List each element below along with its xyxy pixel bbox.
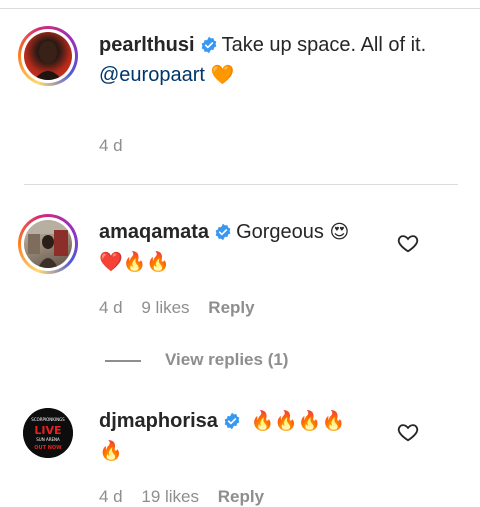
like-heart-icon[interactable] (397, 232, 419, 254)
comment-meta: 4 d 19 likes Reply (99, 487, 278, 507)
top-edge-bar (0, 0, 480, 9)
heart-fire-emojis: ❤️🔥🔥 (99, 252, 170, 273)
like-heart-icon[interactable] (397, 421, 419, 443)
username[interactable]: amaqamata (99, 221, 209, 243)
comment-body: pearlthusi Take up space. All of it. @eur… (99, 32, 429, 89)
like-count[interactable]: 19 likes (141, 487, 199, 506)
view-replies-button[interactable]: View replies (1) (105, 350, 355, 372)
comment-time: 4 d (99, 298, 123, 317)
comment-time: 4 d (99, 136, 123, 155)
avatar-art: SCORPIONKINGS LIVE SUN ARENA OUT NOW (23, 408, 73, 458)
comment-text: Gorgeous (236, 221, 324, 243)
like-count[interactable]: 9 likes (141, 298, 189, 317)
divider (105, 360, 141, 362)
reply-button[interactable]: Reply (218, 487, 264, 506)
avatar-amaqamata[interactable] (18, 214, 78, 274)
fire-emoji: 🔥 (99, 441, 123, 462)
avatar-pearlthusi[interactable] (18, 26, 78, 86)
heart-eyes-emoji: 😍 (329, 222, 350, 243)
verified-badge-icon (223, 411, 241, 438)
mention-link[interactable]: @europaart (99, 64, 205, 86)
comment-time: 4 d (99, 487, 123, 506)
comment-meta: 4 d (99, 136, 137, 156)
avatar-main-text: LIVE (34, 424, 61, 437)
verified-badge-icon (214, 222, 232, 249)
view-replies-label: View replies (1) (165, 350, 289, 369)
comment-text: Take up space. All of it. (221, 34, 427, 56)
comment-meta: 4 d 9 likes Reply (99, 298, 269, 318)
comment-body: amaqamata Gorgeous 😍 ❤️🔥🔥 (99, 219, 429, 276)
avatar-bottom-text: OUT NOW (34, 445, 62, 451)
username[interactable]: pearlthusi (99, 34, 195, 56)
verified-badge-icon (200, 35, 218, 62)
orange-heart-emoji: 🧡 (210, 65, 235, 86)
reply-button[interactable]: Reply (208, 298, 254, 317)
avatar-sub-text: SUN ARENA (36, 437, 60, 442)
divider (24, 184, 458, 185)
avatar-djmaphorisa[interactable]: SCORPIONKINGS LIVE SUN ARENA OUT NOW (23, 408, 73, 458)
fire-emojis: 🔥🔥🔥🔥 (250, 411, 346, 432)
username[interactable]: djmaphorisa (99, 410, 218, 432)
comment-body: djmaphorisa 🔥🔥🔥🔥 🔥 (99, 408, 429, 465)
avatar-top-text: SCORPIONKINGS (31, 417, 65, 422)
